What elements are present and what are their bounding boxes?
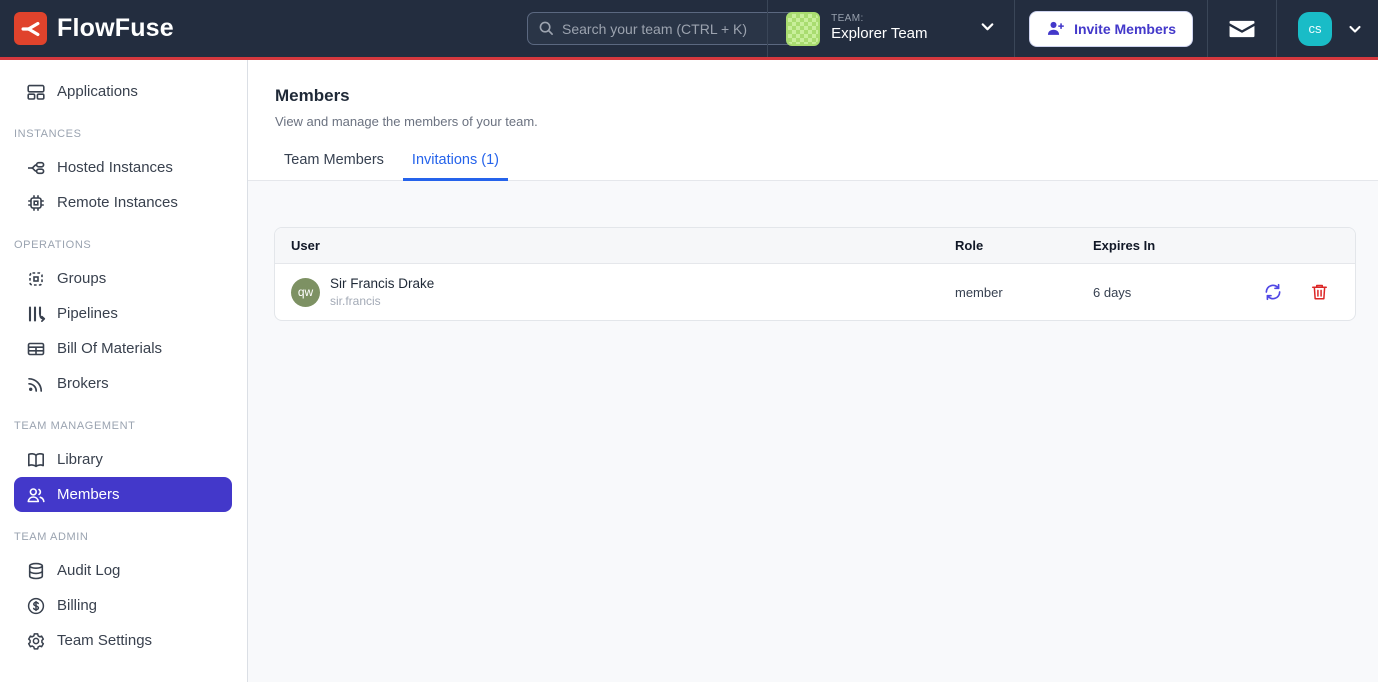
sidebar-item-label: Groups bbox=[57, 270, 106, 287]
team-selector[interactable]: TEAM: Explorer Team bbox=[768, 0, 1014, 57]
table-header-row: User Role Expires In bbox=[275, 228, 1355, 264]
team-settings-icon bbox=[26, 631, 46, 651]
sidebar-item-label: Members bbox=[57, 486, 120, 503]
page-title: Members bbox=[275, 86, 1378, 106]
top-navbar: FlowFuse TEAM: Explorer Team bbox=[0, 0, 1378, 60]
sidebar-item-team-settings[interactable]: Team Settings bbox=[0, 623, 247, 658]
profile-menu-chevron[interactable] bbox=[1347, 21, 1363, 37]
members-icon bbox=[26, 485, 46, 505]
main-content: Members View and manage the members of y… bbox=[248, 60, 1378, 682]
user-avatar[interactable]: cs bbox=[1298, 12, 1332, 46]
groups-icon bbox=[26, 269, 46, 289]
sidebar-item-label: Brokers bbox=[57, 375, 109, 392]
table-row: qw Sir Francis Drake sir.francis member … bbox=[275, 264, 1355, 320]
pipelines-icon bbox=[26, 304, 46, 324]
sidebar-item-label: Billing bbox=[57, 597, 97, 614]
team-name: Explorer Team bbox=[831, 25, 927, 44]
applications-icon bbox=[26, 82, 46, 102]
user-plus-icon bbox=[1046, 19, 1065, 38]
search-icon bbox=[537, 19, 555, 37]
sidebar-item-hosted-instances[interactable]: Hosted Instances bbox=[0, 150, 247, 185]
actions-cell bbox=[1237, 282, 1355, 302]
sidebar-item-label: Team Settings bbox=[57, 632, 152, 649]
sidebar-item-members[interactable]: Members bbox=[14, 477, 232, 512]
tab-team-members[interactable]: Team Members bbox=[275, 143, 393, 181]
sidebar-section-instances: INSTANCES bbox=[0, 128, 247, 140]
envelope-icon bbox=[1229, 18, 1255, 40]
team-label: TEAM: bbox=[831, 13, 927, 26]
sidebar-item-bill-of-materials[interactable]: Bill Of Materials bbox=[0, 331, 247, 366]
remote-instances-icon bbox=[26, 193, 46, 213]
trash-icon bbox=[1310, 282, 1329, 302]
billing-icon bbox=[26, 596, 46, 616]
team-avatar bbox=[786, 12, 820, 46]
sidebar-section-team-management: TEAM MANAGEMENT bbox=[0, 420, 247, 432]
mail-button[interactable] bbox=[1208, 0, 1276, 57]
flowfuse-app: FlowFuse TEAM: Explorer Team bbox=[0, 0, 1378, 682]
sidebar-item-groups[interactable]: Groups bbox=[0, 261, 247, 296]
page-subtitle: View and manage the members of your team… bbox=[275, 114, 1378, 129]
tab-invitations[interactable]: Invitations (1) bbox=[403, 143, 508, 181]
sidebar-item-label: Pipelines bbox=[57, 305, 118, 322]
flowfuse-logo[interactable]: FlowFuse bbox=[0, 12, 174, 45]
resend-invitation-button[interactable] bbox=[1263, 282, 1283, 302]
sidebar-item-label: Hosted Instances bbox=[57, 159, 173, 176]
tab-panel-invitations: User Role Expires In qw Sir Francis Drak… bbox=[248, 181, 1378, 682]
navbar-divider bbox=[1014, 0, 1015, 57]
sidebar: Applications INSTANCES Hosted Instances bbox=[0, 60, 248, 682]
column-header-role: Role bbox=[939, 238, 1077, 253]
library-icon bbox=[26, 450, 46, 470]
hosted-instances-icon bbox=[26, 158, 46, 178]
sidebar-item-pipelines[interactable]: Pipelines bbox=[0, 296, 247, 331]
chevron-down-icon bbox=[1347, 21, 1363, 37]
column-header-expires: Expires In bbox=[1077, 238, 1237, 253]
navbar-right-cluster: TEAM: Explorer Team Invite Members bbox=[767, 0, 1378, 57]
invitations-table: User Role Expires In qw Sir Francis Drak… bbox=[274, 227, 1356, 321]
brand-name: FlowFuse bbox=[57, 14, 174, 43]
user-cell: qw Sir Francis Drake sir.francis bbox=[275, 275, 939, 309]
sidebar-item-remote-instances[interactable]: Remote Instances bbox=[0, 185, 247, 220]
sidebar-section-team-admin: TEAM ADMIN bbox=[0, 531, 247, 543]
profile-menu: cs bbox=[1277, 0, 1378, 57]
brokers-icon bbox=[26, 374, 46, 394]
sidebar-item-library[interactable]: Library bbox=[0, 442, 247, 477]
column-header-user: User bbox=[275, 238, 939, 253]
user-username: sir.francis bbox=[330, 293, 434, 309]
sidebar-item-audit-log[interactable]: Audit Log bbox=[0, 553, 247, 588]
tab-bar: Team Members Invitations (1) bbox=[248, 129, 1378, 181]
expires-cell: 6 days bbox=[1077, 285, 1237, 300]
refresh-icon bbox=[1263, 282, 1283, 302]
sidebar-item-label: Library bbox=[57, 451, 103, 468]
sidebar-item-label: Remote Instances bbox=[57, 194, 178, 211]
sidebar-item-applications[interactable]: Applications bbox=[0, 74, 247, 109]
team-search bbox=[527, 12, 802, 45]
chevron-down-icon bbox=[979, 18, 996, 40]
delete-invitation-button[interactable] bbox=[1310, 282, 1329, 302]
sidebar-item-brokers[interactable]: Brokers bbox=[0, 366, 247, 401]
bill-of-materials-icon bbox=[26, 339, 46, 359]
invite-members-button[interactable]: Invite Members bbox=[1029, 11, 1193, 47]
audit-log-icon bbox=[26, 561, 46, 581]
sidebar-section-operations: OPERATIONS bbox=[0, 239, 247, 251]
role-cell: member bbox=[939, 285, 1077, 300]
sidebar-item-label: Bill Of Materials bbox=[57, 340, 162, 357]
sidebar-item-label: Applications bbox=[57, 83, 138, 100]
avatar: qw bbox=[291, 278, 320, 307]
user-name: Sir Francis Drake bbox=[330, 275, 434, 293]
flowfuse-logo-icon bbox=[14, 12, 47, 45]
sidebar-item-label: Audit Log bbox=[57, 562, 120, 579]
invite-members-label: Invite Members bbox=[1074, 21, 1176, 37]
search-input[interactable] bbox=[527, 12, 802, 45]
sidebar-item-billing[interactable]: Billing bbox=[0, 588, 247, 623]
